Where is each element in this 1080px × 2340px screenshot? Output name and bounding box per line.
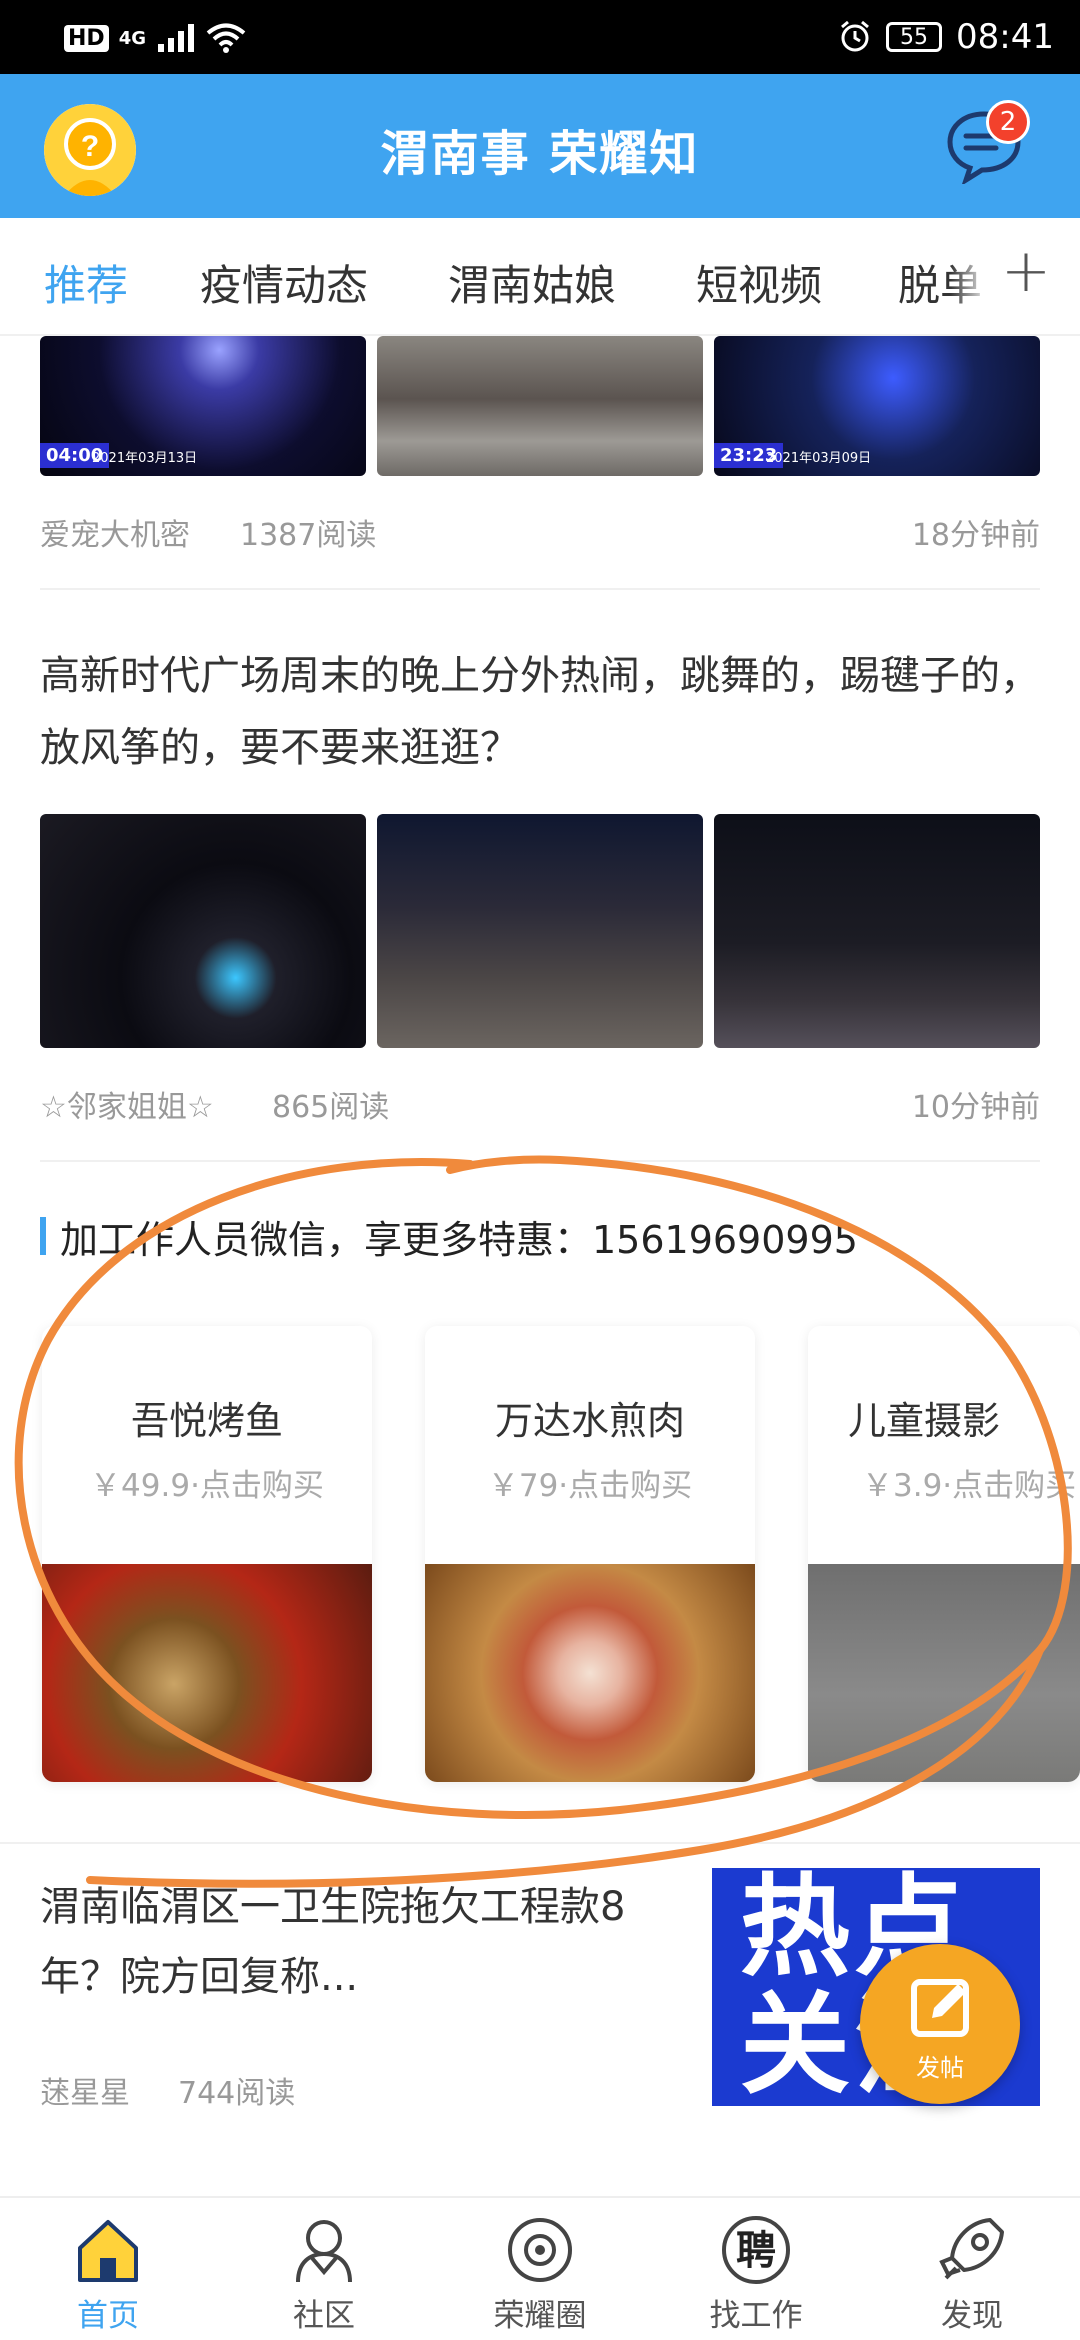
- create-post-button[interactable]: 发帖: [860, 1944, 1020, 2104]
- status-bar: HD 4G 55 08:41: [0, 0, 1080, 74]
- messages-button[interactable]: 2: [944, 100, 1034, 194]
- svg-text:聘: 聘: [736, 2228, 776, 2274]
- bottom-navigation: 首页 社区 荣耀圈 聘 找工作 发现: [0, 2196, 1080, 2340]
- nav-community-label: 社区: [293, 2298, 355, 2334]
- nav-home-label: 首页: [77, 2298, 139, 2334]
- tab-recommend[interactable]: 推荐: [44, 252, 128, 313]
- promo-card-image: [808, 1564, 1080, 1782]
- nav-discover-label: 发现: [941, 2298, 1003, 2334]
- promo-card-name: 万达水煎肉: [494, 1399, 685, 1443]
- post2-time: 10分钟前: [911, 1090, 1040, 1125]
- planet-icon: [508, 2218, 572, 2282]
- promo-card-price: ￥49.9·点击购买: [90, 1468, 324, 1504]
- add-tab-plus-icon[interactable]: +: [996, 236, 1056, 306]
- community-icon: [296, 2220, 352, 2283]
- network-type: 4G: [118, 27, 146, 49]
- nav-discover[interactable]: 发现: [864, 2198, 1080, 2340]
- divider: [40, 588, 1040, 590]
- nav-honor-circle[interactable]: 荣耀圈: [432, 2198, 648, 2340]
- promo-heading: 加工作人员微信，享更多特惠：15619690995: [40, 1212, 1040, 1262]
- alarm-icon: [841, 20, 869, 52]
- post2-image-3[interactable]: [714, 814, 1040, 1048]
- tabs-fade: [950, 238, 990, 318]
- nav-jobs[interactable]: 聘 找工作: [648, 2198, 864, 2340]
- promo-accent-bar: [40, 1217, 46, 1255]
- post2-author[interactable]: ☆邻家姐姐☆: [40, 1082, 214, 1126]
- home-icon: [78, 2220, 138, 2282]
- post2-title[interactable]: 高新时代广场周末的晚上分外热闹，跳舞的，踢毽子的，放风筝的，要不要来逛逛？: [40, 640, 1040, 784]
- promo-card-price: ￥79·点击购买: [487, 1468, 693, 1504]
- promo-card-name: 吾悦烤鱼: [130, 1399, 283, 1443]
- recruit-icon: 聘: [722, 2216, 790, 2284]
- nav-honor-circle-label: 荣耀圈: [493, 2298, 587, 2334]
- status-right: 55 08:41: [838, 16, 1054, 58]
- promo-card-kids-photo[interactable]: 儿童摄影 ￥3.9·点击购买: [808, 1326, 1080, 1782]
- clock: 08:41: [956, 17, 1054, 57]
- promo-heading-text: 加工作人员微信，享更多特惠：15619690995: [60, 1217, 858, 1262]
- promo-card-image: [42, 1564, 372, 1782]
- battery-indicator: 55: [886, 22, 943, 52]
- post1-image-3[interactable]: 23:23 2021年03月09日: [714, 336, 1040, 476]
- tab-epidemic[interactable]: 疫情动态: [200, 252, 368, 313]
- hd-indicator: HD: [64, 24, 109, 52]
- create-post-label: 发帖: [916, 2054, 964, 2082]
- status-left: HD 4G: [64, 18, 246, 58]
- post3-title[interactable]: 渭南临渭区一卫生院拖欠工程款8年？院方回复称...: [40, 1872, 660, 2012]
- promo-card-grilled-fish[interactable]: 吾悦烤鱼 ￥49.9·点击购买: [42, 1326, 372, 1782]
- post3-reads: 744阅读: [178, 2076, 296, 2111]
- tab-weinan-girls[interactable]: 渭南姑娘: [448, 252, 616, 313]
- promo-card-name: 儿童摄影: [848, 1399, 1001, 1443]
- post1-image-2[interactable]: [377, 336, 703, 476]
- image-date: 2021年03月13日: [92, 451, 198, 466]
- promo-card-pan-meat[interactable]: 万达水煎肉 ￥79·点击购买: [425, 1326, 755, 1782]
- divider: [40, 1160, 1040, 1162]
- post3-author[interactable]: 蒁星星: [40, 2068, 130, 2112]
- post1-author[interactable]: 爱宠大机密: [40, 510, 190, 554]
- edit-icon: [911, 1979, 969, 2037]
- nav-community[interactable]: 社区: [216, 2198, 432, 2340]
- message-count-badge: 2: [986, 100, 1030, 144]
- nav-jobs-label: 找工作: [709, 2298, 803, 2334]
- post1-image-1[interactable]: 04:00 2021年03月13日: [40, 336, 366, 476]
- signal-icon: [158, 24, 194, 52]
- post2-image-1[interactable]: [40, 814, 366, 1048]
- wifi-icon: [206, 23, 246, 53]
- post1-time: 18分钟前: [911, 518, 1040, 553]
- post2-image-2[interactable]: [377, 814, 703, 1048]
- post2-reads: 865阅读: [272, 1090, 390, 1125]
- promo-card-price: ￥3.9·点击购买: [862, 1468, 1077, 1504]
- divider: [0, 1842, 1080, 1844]
- rocket-icon: [939, 2218, 1004, 2280]
- category-tabs: 推荐 疫情动态 渭南姑娘 短视频 脱单 +: [0, 218, 1080, 336]
- image-date: 2021年03月09日: [766, 451, 872, 466]
- promo-card-image: [425, 1564, 755, 1782]
- post1-reads: 1387阅读: [240, 518, 377, 553]
- tab-short-video[interactable]: 短视频: [696, 252, 822, 313]
- nav-home[interactable]: 首页: [0, 2198, 216, 2340]
- app-header: ? 渭南事 荣耀知 2: [0, 74, 1080, 218]
- app-title: 渭南事 荣耀知: [380, 126, 700, 182]
